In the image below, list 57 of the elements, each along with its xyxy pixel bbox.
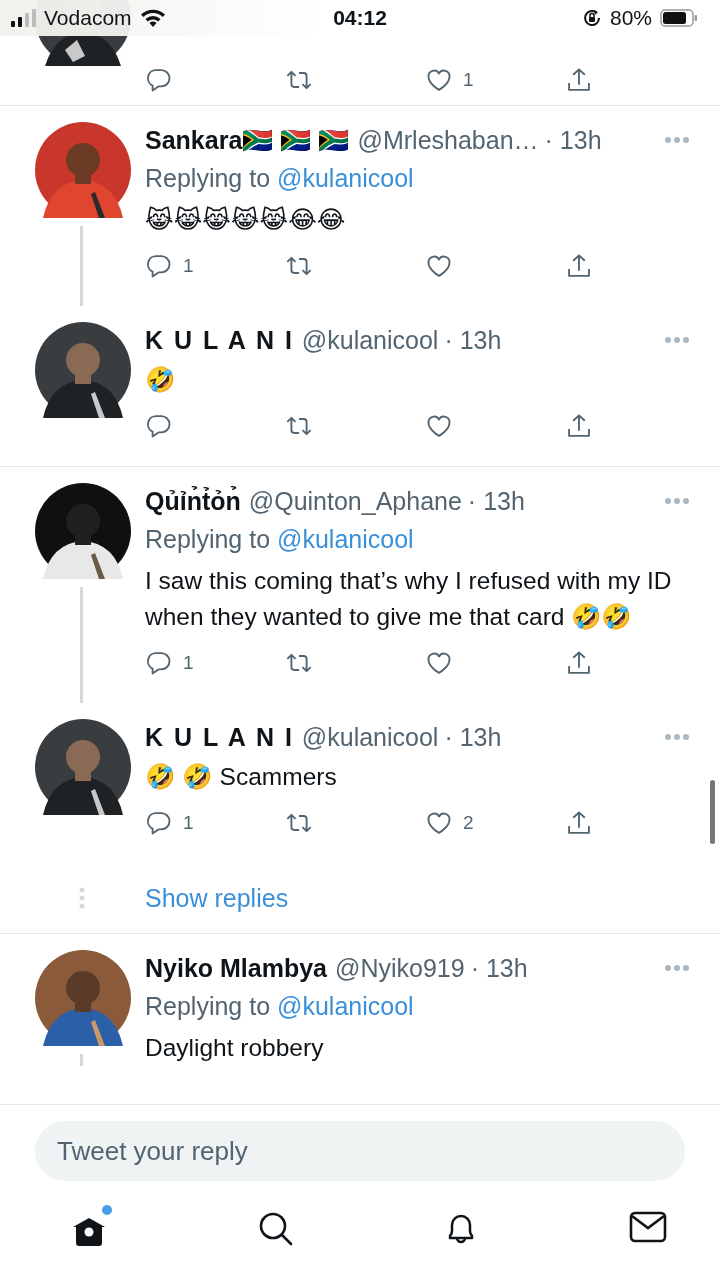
battery-percent: 80% — [609, 6, 652, 30]
like-button[interactable]: 1 — [425, 66, 565, 94]
tweet-time: · 13h — [467, 486, 525, 516]
scroll-bar — [710, 780, 715, 844]
share-icon — [565, 252, 593, 280]
reply-button[interactable]: 1 — [145, 252, 285, 280]
mention-link[interactable]: @kulanicool — [277, 158, 414, 198]
tweet-time: · 13h — [470, 953, 528, 983]
tweet-text: 🤣 — [145, 365, 177, 395]
reply-icon — [145, 649, 173, 677]
share-button[interactable] — [565, 252, 593, 280]
display-name: Sankara🇿🇦 🇿🇦 🇿🇦 — [145, 125, 350, 155]
user-handle: @Quinton_Aphane — [248, 486, 462, 516]
tweet-text: 😹😹😹😹😹😂😂 — [145, 205, 347, 235]
share-icon — [565, 412, 593, 440]
reply-icon — [145, 252, 173, 280]
like-button[interactable]: 2 — [425, 809, 565, 837]
replying-label: Replying to — [145, 163, 271, 194]
reply-icon — [145, 809, 173, 837]
rotation-lock-icon — [581, 8, 602, 28]
tweet-time: · 13h — [544, 125, 602, 155]
tweet-time: · 13h — [444, 722, 502, 752]
share-button[interactable] — [565, 66, 593, 94]
share-button[interactable] — [565, 649, 593, 677]
wifi-icon — [139, 8, 166, 28]
reply-icon — [145, 412, 173, 440]
user-handle: @Mrleshaban… — [357, 125, 539, 155]
user-handle: @kulanicool — [301, 325, 439, 355]
show-replies-link[interactable]: Show replies — [145, 883, 289, 913]
user-handle: @Nyiko919 — [335, 953, 465, 983]
tweet-text: Daylight robbery — [145, 1033, 325, 1063]
share-icon — [565, 649, 593, 677]
reply-field[interactable]: Tweet your reply — [35, 1121, 685, 1181]
replying-label: Replying to — [145, 991, 271, 1022]
share-icon — [565, 66, 593, 94]
reply-button[interactable]: 1 — [145, 649, 285, 677]
replying-label: Replying to — [145, 524, 271, 555]
clock-time: 04:12 — [333, 6, 387, 30]
carrier-name: Vodacom — [44, 6, 132, 30]
reply-button[interactable]: 1 — [145, 809, 285, 837]
mention-link[interactable]: @kulanicool — [277, 986, 414, 1026]
tweet-text: I saw this coming that’s why I refused with my ID when they wanted to give me that card 🤣🤣 — [145, 566, 673, 632]
display-name: K U L A N I — [145, 722, 294, 752]
reply-icon — [145, 66, 173, 94]
signal-icon — [10, 9, 36, 27]
display-name: Nyiko Mlambya — [145, 953, 327, 983]
share-icon — [565, 809, 593, 837]
display-name: Qủỉn̉t̉ỏn̉ — [145, 486, 241, 516]
mention-link[interactable]: @kulanicool — [277, 519, 414, 559]
tweet-time: · 13h — [444, 325, 502, 355]
tweet-text: 🤣 🤣 Scammers — [145, 762, 338, 792]
battery-icon — [660, 9, 698, 27]
share-button[interactable] — [565, 412, 593, 440]
share-button[interactable] — [565, 809, 593, 837]
user-handle: @kulanicool — [301, 722, 439, 752]
thread-dots-icon — [79, 887, 85, 909]
display-name: K U L A N I — [145, 325, 294, 355]
